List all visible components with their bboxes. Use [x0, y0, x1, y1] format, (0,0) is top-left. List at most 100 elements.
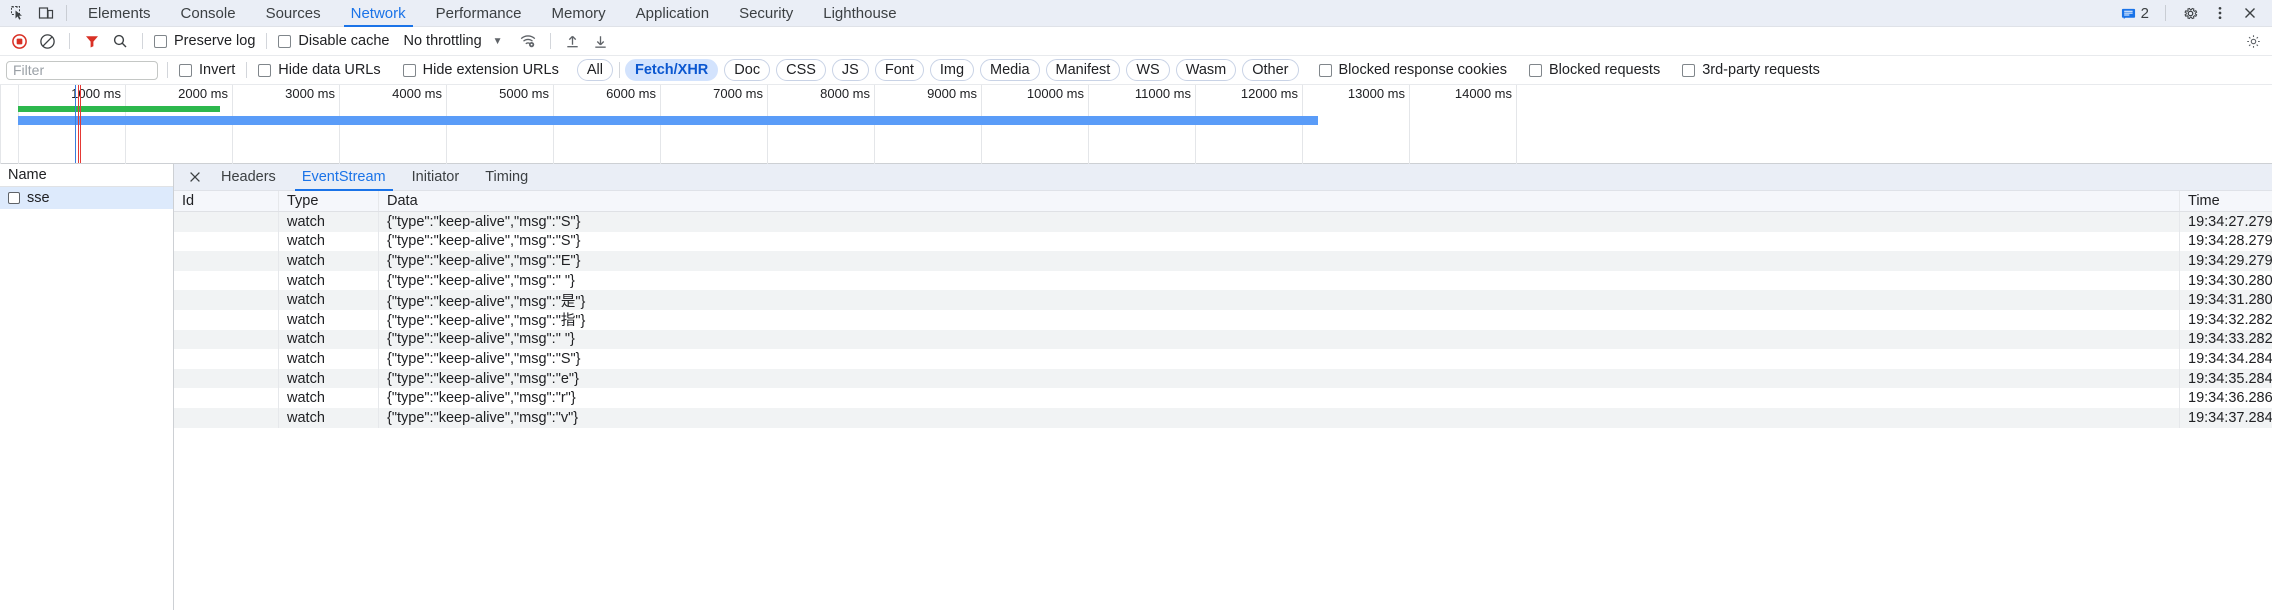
request-name-label: sse [27, 190, 50, 206]
chevron-down-icon: ▼ [492, 35, 503, 47]
filter-chip-css[interactable]: CSS [776, 59, 826, 81]
filter-chip-wasm[interactable]: Wasm [1175, 59, 1237, 81]
cell-type: watch [279, 368, 379, 389]
throttling-dropdown[interactable]: No throttling ▼ [403, 33, 502, 49]
cell-id [174, 290, 279, 310]
table-row[interactable]: watch {"type":"keep-alive","msg":"r"} 19… [174, 388, 2272, 408]
inspect-element-icon[interactable] [4, 0, 32, 26]
cell-data: {"type":"keep-alive","msg":"S"} [379, 349, 2180, 369]
overview-tick-13000: 13000 ms [1347, 86, 1405, 101]
table-row[interactable]: watch {"type":"keep-alive","msg":"e"} 19… [174, 368, 2272, 389]
tab-sources[interactable]: Sources [251, 0, 336, 27]
network-overview[interactable]: 1000 ms 2000 ms 3000 ms 4000 ms 5000 ms … [0, 85, 2272, 164]
cell-id [174, 368, 279, 389]
cell-type: watch [279, 251, 379, 271]
hide-data-urls-checkbox[interactable]: Hide data URLs [256, 62, 382, 78]
cell-id [174, 388, 279, 408]
filter-chip-other[interactable]: Other [1242, 59, 1299, 81]
blocked-response-cookies-checkbox[interactable]: Blocked response cookies [1317, 62, 1509, 78]
cell-time: 19:34:36.286 [2188, 390, 2272, 407]
tab-console[interactable]: Console [166, 0, 251, 27]
cell-id [174, 231, 279, 252]
column-header-time[interactable]: Time [2180, 191, 2272, 211]
tab-application[interactable]: Application [621, 0, 724, 27]
tab-security[interactable]: Security [724, 0, 808, 27]
close-icon[interactable] [182, 164, 208, 190]
overview-tick-14000: 14000 ms [1454, 86, 1512, 101]
detail-tab-timing[interactable]: Timing [472, 164, 541, 191]
request-checkbox[interactable] [8, 192, 20, 204]
blocked-requests-checkbox[interactable]: Blocked requests [1527, 62, 1662, 78]
blocked-requests-box [1528, 63, 1542, 77]
kebab-menu-icon[interactable] [2206, 0, 2234, 26]
table-row[interactable]: watch {"type":"keep-alive","msg":"S"} 19… [174, 231, 2272, 252]
filter-chip-doc[interactable]: Doc [724, 59, 771, 81]
tab-network[interactable]: Network [336, 0, 421, 27]
cell-type: watch [279, 231, 379, 252]
preserve-log-checkbox[interactable]: Preserve log [152, 33, 257, 49]
tab-memory[interactable]: Memory [537, 0, 621, 27]
cell-time: 19:34:30.280 [2188, 272, 2272, 289]
tab-lighthouse[interactable]: Lighthouse [808, 0, 911, 27]
search-icon[interactable] [107, 29, 133, 53]
cell-type: watch [279, 388, 379, 408]
table-row[interactable]: watch {"type":"keep-alive","msg":"是"} 19… [174, 290, 2272, 310]
hide-extension-urls-checkbox[interactable]: Hide extension URLs [401, 62, 561, 78]
close-icon[interactable] [2236, 0, 2264, 26]
table-row[interactable]: watch {"type":"keep-alive","msg":" "} 19… [174, 270, 2272, 291]
third-party-requests-checkbox[interactable]: 3rd-party requests [1680, 62, 1822, 78]
invert-checkbox[interactable]: Invert [177, 62, 237, 78]
clear-network-log-icon[interactable] [34, 29, 60, 53]
filter-chip-media[interactable]: Media [980, 59, 1040, 81]
load-event-marker-2 [80, 85, 81, 163]
table-row[interactable]: watch {"type":"keep-alive","msg":"v"} 19… [174, 407, 2272, 428]
detail-tab-headers[interactable]: Headers [208, 164, 289, 191]
column-header-data[interactable]: Data [379, 191, 2180, 211]
filter-chip-js[interactable]: JS [831, 59, 869, 81]
wifi-settings-icon[interactable] [515, 29, 541, 53]
overview-tick-5000: 5000 ms [499, 86, 549, 101]
filter-input[interactable] [6, 60, 158, 80]
cell-type: watch [279, 349, 379, 369]
overview-tick-8000: 8000 ms [820, 86, 870, 101]
table-row[interactable]: watch {"type":"keep-alive","msg":"指"} 19… [174, 309, 2272, 330]
eventstream-body[interactable]: watch {"type":"keep-alive","msg":"S"} 19… [174, 212, 2272, 610]
hide-data-urls-label: Hide data URLs [278, 62, 381, 78]
export-har-icon[interactable] [588, 29, 614, 53]
request-row-sse[interactable]: sse [0, 187, 173, 209]
table-row[interactable]: watch {"type":"keep-alive","msg":"S"} 19… [174, 349, 2272, 369]
detail-tab-eventstream[interactable]: EventStream [289, 164, 399, 191]
overview-tick-7000: 7000 ms [713, 86, 763, 101]
tab-elements[interactable]: Elements [73, 0, 166, 27]
filter-chip-img[interactable]: Img [929, 59, 975, 81]
device-toolbar-icon[interactable] [32, 0, 60, 26]
tab-performance[interactable]: Performance [421, 0, 537, 27]
network-settings-gear-icon[interactable] [2240, 29, 2266, 53]
overview-tick-3000: 3000 ms [285, 86, 335, 101]
cell-type: watch [279, 407, 379, 428]
import-har-icon[interactable] [560, 29, 586, 53]
gear-icon[interactable] [2176, 0, 2204, 26]
disable-cache-checkbox[interactable]: Disable cache [276, 33, 391, 49]
table-row[interactable]: watch {"type":"keep-alive","msg":"S"} 19… [174, 212, 2272, 232]
table-row[interactable]: watch {"type":"keep-alive","msg":"E"} 19… [174, 251, 2272, 271]
invert-box [179, 63, 192, 77]
filter-chip-manifest[interactable]: Manifest [1045, 59, 1121, 81]
filter-icon[interactable] [79, 29, 105, 53]
table-row[interactable]: watch {"type":"keep-alive","msg":" "} 19… [174, 329, 2272, 350]
console-message-count[interactable]: 2 [2115, 5, 2155, 22]
column-header-id[interactable]: Id [174, 191, 279, 211]
detail-tab-initiator[interactable]: Initiator [399, 164, 473, 191]
eventstream-table: Id Type Data Time watch {"type":"keep-al… [174, 191, 2272, 610]
column-header-type[interactable]: Type [279, 191, 379, 211]
cell-time: 19:34:34.284 [2188, 350, 2272, 367]
filter-chip-fetch-xhr[interactable]: Fetch/XHR [624, 59, 719, 81]
cell-type: watch [279, 309, 379, 330]
request-list: Name sse [0, 164, 174, 610]
overview-tick-2000: 2000 ms [178, 86, 228, 101]
overview-tick-6000: 6000 ms [606, 86, 656, 101]
filter-chip-font[interactable]: Font [874, 59, 924, 81]
record-stop-icon[interactable] [6, 29, 32, 53]
filter-chip-all[interactable]: All [576, 59, 613, 81]
filter-chip-ws[interactable]: WS [1126, 59, 1170, 81]
